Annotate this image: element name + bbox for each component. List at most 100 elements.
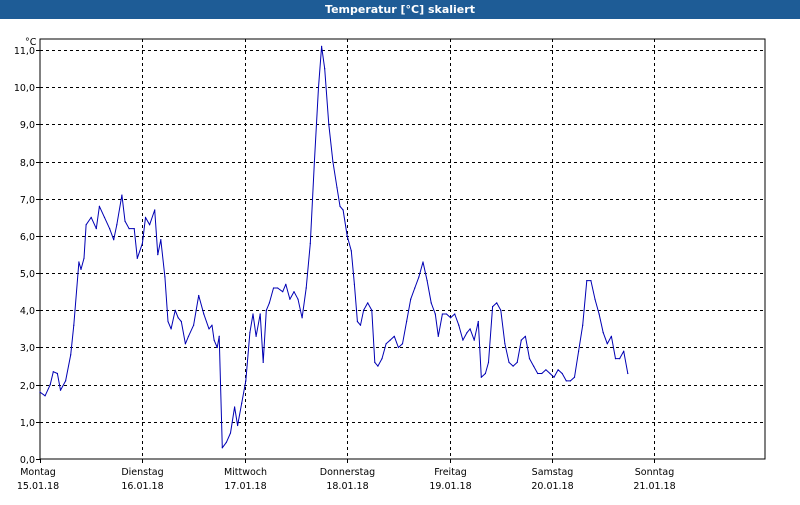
temperature-data-point	[154, 209, 156, 211]
temperature-data-point	[590, 280, 592, 282]
x-tick-day-label: Freitag	[434, 467, 467, 478]
temperature-data-point	[339, 205, 341, 207]
x-tick-date-label: 16.01.18	[121, 481, 163, 492]
temperature-data-point	[52, 371, 54, 373]
temperature-chart: 0,01,02,03,04,05,06,07,08,09,010,011,0°C…	[14, 37, 766, 492]
grid	[40, 39, 765, 459]
temperature-data-point	[441, 313, 443, 315]
temperature-data-point	[606, 343, 608, 345]
temperature-data-point	[255, 335, 257, 337]
temperature-data-point	[359, 324, 362, 326]
x-tick-date-label: 18.01.18	[326, 481, 368, 492]
x-tick-day-label: Mittwoch	[224, 467, 267, 478]
temperature-data-point	[282, 291, 284, 293]
temperature-data-point	[265, 309, 267, 311]
temperature-data-point	[561, 372, 563, 375]
temperature-data-point	[578, 350, 580, 352]
temperature-data-point	[582, 324, 584, 326]
temperature-data-point	[70, 354, 72, 356]
temperature-data-point	[422, 261, 424, 263]
temperature-data-point	[328, 123, 330, 126]
temperature-data-point	[157, 254, 159, 256]
temperature-data-point	[598, 313, 600, 315]
y-tick-label: 6,0	[20, 232, 35, 243]
temperature-data-point	[174, 309, 176, 311]
temperature-data-point	[553, 376, 555, 378]
temperature-data-point	[80, 268, 82, 270]
chart-title: Temperatur [°C] skaliert	[0, 0, 800, 19]
y-axis-label: °C	[25, 37, 37, 48]
x-tick-day-label: Sonntag	[635, 467, 674, 478]
temperature-data-point	[336, 187, 338, 189]
temperature-data-point	[385, 343, 387, 345]
temperature-data-point	[437, 335, 439, 337]
y-tick-label: 5,0	[20, 269, 35, 280]
temperature-data-point	[426, 280, 428, 282]
temperature-data-point	[65, 380, 67, 382]
temperature-data-point	[324, 68, 326, 70]
temperature-data-point	[293, 291, 295, 293]
temperature-data-point	[259, 313, 261, 315]
temperature-data-point	[184, 343, 186, 345]
temperature-data-point	[245, 380, 247, 382]
temperature-data-point	[103, 216, 106, 218]
temperature-data-point	[524, 335, 527, 337]
temperature-data-point	[109, 228, 111, 230]
temperature-data-point	[477, 320, 479, 323]
x-tick-day-label: Dienstag	[121, 467, 163, 478]
temperature-data-point	[473, 339, 475, 341]
temperature-data-point	[305, 287, 307, 289]
temperature-data-point	[381, 358, 383, 360]
temperature-data-point	[177, 317, 179, 319]
temperature-data-point	[170, 328, 172, 330]
temperature-data-point	[487, 361, 490, 363]
temperature-data-point	[309, 242, 311, 244]
temperature-data-point	[262, 361, 264, 363]
temperature-data-point	[569, 380, 572, 382]
chart-area: 0,0 1,0 2,0 3,0 4,0 5,0 6,0 7,0 8,0 9,0 10,0 11,0 °C…	[0, 19, 800, 500]
temperature-data-point	[573, 376, 576, 378]
temperature-data-point	[216, 346, 218, 349]
y-tick-label: 2,0	[20, 381, 35, 392]
temperature-data-point	[44, 395, 46, 397]
temperature-data-point	[557, 369, 559, 371]
temperature-data-point	[332, 161, 334, 163]
temperature-data-point	[213, 339, 215, 341]
temperature-data-point	[98, 205, 100, 207]
temperature-data-point	[187, 335, 190, 337]
temperature-data-point	[397, 346, 399, 349]
temperature-data-point	[229, 432, 232, 434]
temperature-data-point	[462, 339, 464, 341]
x-tick-date-label: 19.01.18	[429, 481, 471, 492]
temperature-data-point	[149, 224, 151, 226]
temperature-data-point	[500, 309, 502, 311]
y-tick-label: 9,0	[20, 120, 35, 131]
temperature-data-point	[350, 250, 352, 252]
temperature-data-point	[141, 242, 143, 244]
y-tick-label: 4,0	[20, 306, 35, 317]
temperature-data-point	[317, 86, 320, 88]
temperature-data-point	[549, 372, 551, 375]
temperature-data-point	[313, 161, 315, 163]
temperature-data-point	[586, 280, 588, 282]
temperature-data-point	[95, 228, 97, 230]
temperature-data-point	[353, 283, 355, 285]
temperature-data-point	[496, 302, 498, 304]
temperature-data-point	[619, 358, 621, 360]
temperature-data-point	[124, 220, 126, 222]
temperature-data-point	[610, 335, 613, 337]
series	[39, 45, 629, 449]
temperature-data-point	[363, 309, 365, 311]
temperature-data-point	[508, 361, 510, 363]
temperature-data-point	[492, 306, 494, 308]
temperature-data-point	[445, 313, 448, 315]
temperature-data-point	[537, 372, 539, 375]
temperature-data-point	[289, 298, 291, 300]
x-tick-day-label: Samstag	[532, 467, 574, 478]
temperature-data-point	[39, 391, 41, 393]
temperature-data-point	[180, 320, 182, 323]
temperature-data-point	[221, 447, 223, 449]
temperature-data-point	[623, 350, 625, 352]
temperature-data-point	[393, 335, 395, 337]
y-tick-label: 10,0	[14, 83, 35, 94]
